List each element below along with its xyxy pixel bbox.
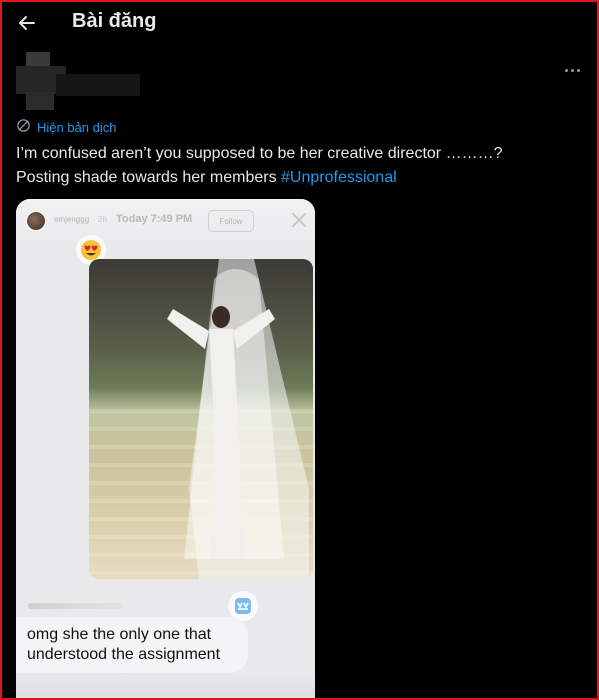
story-bottom xyxy=(16,673,315,700)
translate-link[interactable]: Hiện bản dịch xyxy=(16,118,117,136)
tweet-media-image[interactable]: emjenggg 2h Today 7:49 PM Follow omg she… xyxy=(16,199,315,700)
white-gown-figure xyxy=(167,259,309,579)
hashtag-link[interactable]: #Unprofessional xyxy=(281,169,397,186)
chat-message-line1: omg she the only one that xyxy=(27,626,212,643)
more-horizontal-icon[interactable] xyxy=(560,60,584,80)
translate-icon xyxy=(16,118,31,136)
redacted-block xyxy=(26,92,54,110)
story-timestamp: Today 7:49 PM xyxy=(116,213,193,225)
close-icon xyxy=(290,211,308,229)
chat-message-bubble: omg she the only one that understood the… xyxy=(16,617,248,673)
top-bar: Bài đăng xyxy=(0,0,599,46)
story-username: emjenggg xyxy=(54,215,90,224)
back-arrow-icon[interactable] xyxy=(14,10,40,36)
page-title: Bài đăng xyxy=(72,10,157,32)
tweet-text-line2: Posting shade towards her members #Unpro… xyxy=(16,166,576,190)
tweet-text-line1: I’m confused aren’t you supposed to be h… xyxy=(16,145,503,162)
follow-button: Follow xyxy=(208,210,254,232)
avatar xyxy=(26,211,46,231)
redacted-block xyxy=(56,74,140,96)
chat-sender-name-blurred xyxy=(28,603,122,609)
met-gala-photo xyxy=(89,259,313,579)
tweet-text-body: Posting shade towards her members xyxy=(16,169,277,186)
story-header: emjenggg 2h Today 7:49 PM Follow xyxy=(16,199,315,245)
author-redacted[interactable] xyxy=(16,52,140,110)
tweet-text: I’m confused aren’t you supposed to be h… xyxy=(16,142,576,190)
translate-label: Hiện bản dịch xyxy=(37,119,117,135)
story-time-ago: 2h xyxy=(98,215,107,224)
chat-message-line2: understood the assignment xyxy=(27,646,221,663)
